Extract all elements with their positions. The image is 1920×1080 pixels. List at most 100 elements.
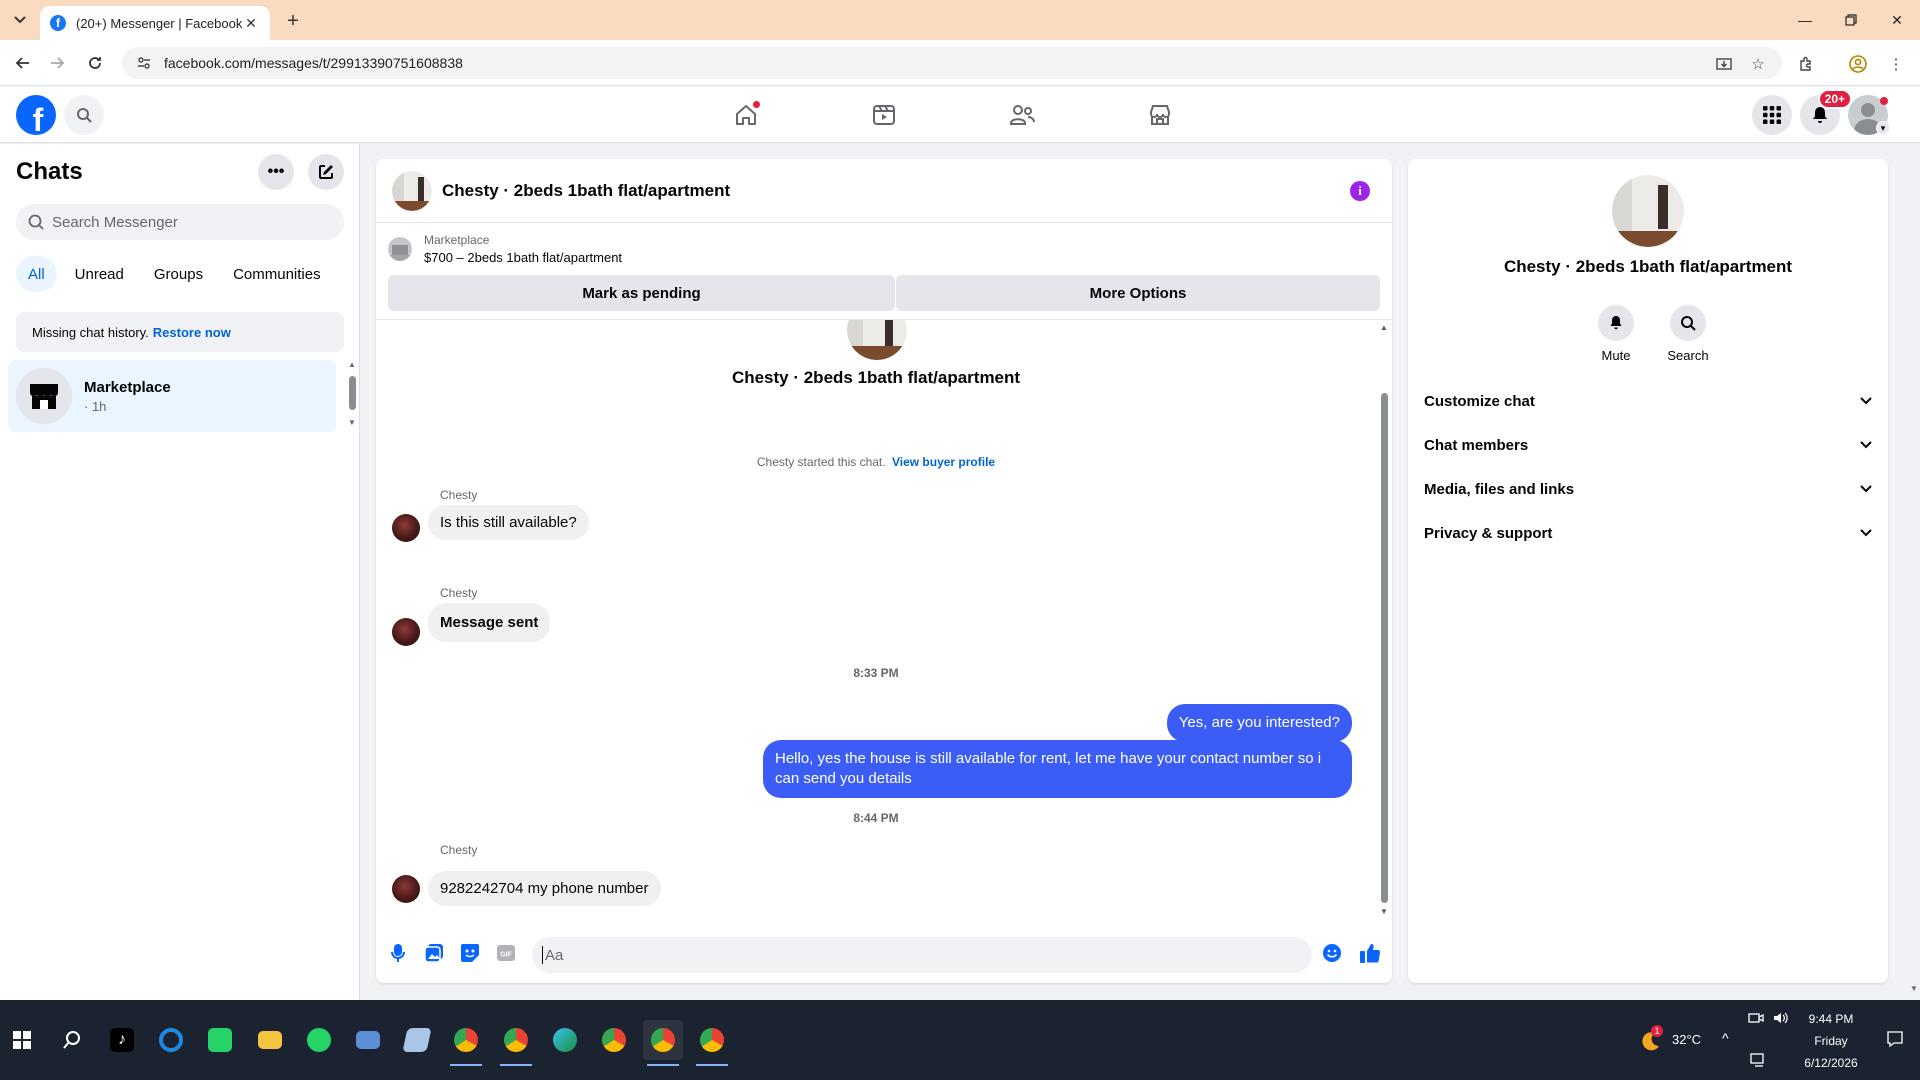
chat-list-scrollbar[interactable]: ▲ ▼ xyxy=(345,360,359,430)
scroll-up-arrow-icon[interactable]: ▲ xyxy=(1380,323,1388,332)
chat-members-section[interactable]: Chat members xyxy=(1424,423,1872,467)
close-window-icon[interactable]: ✕ xyxy=(1874,0,1920,40)
forward-arrow-icon[interactable] xyxy=(46,52,68,74)
profile-icon[interactable] xyxy=(1848,54,1868,74)
action-center-icon[interactable] xyxy=(1886,1030,1906,1050)
media-files-links-section[interactable]: Media, files and links xyxy=(1424,467,1872,511)
windows-start-icon[interactable] xyxy=(2,1020,42,1060)
scroll-down-arrow-icon[interactable]: ▼ xyxy=(348,418,356,427)
omnibox[interactable]: facebook.com/messages/t/2991339075160883… xyxy=(122,47,1782,79)
attach-photo-icon[interactable] xyxy=(422,941,446,965)
back-arrow-icon[interactable] xyxy=(12,52,34,74)
view-buyer-profile-link[interactable]: View buyer profile xyxy=(892,455,995,469)
filter-groups[interactable]: Groups xyxy=(142,256,215,292)
edge-app-icon[interactable] xyxy=(545,1020,585,1060)
conversation-info-icon[interactable]: i xyxy=(1350,181,1370,201)
reload-icon[interactable] xyxy=(84,52,106,74)
scrollbar-thumb[interactable] xyxy=(1381,393,1388,903)
chrome-profile-2-icon[interactable] xyxy=(496,1020,536,1066)
new-tab-plus-icon[interactable]: + xyxy=(282,10,304,32)
messenger-search-field[interactable] xyxy=(16,204,344,240)
meet-now-icon[interactable] xyxy=(1748,1010,1764,1026)
sticker-icon[interactable] xyxy=(458,941,482,965)
scroll-down-arrow-icon[interactable]: ▼ xyxy=(1380,907,1388,916)
chat-options-more-icon[interactable]: ••• xyxy=(258,154,294,190)
extensions-puzzle-icon[interactable] xyxy=(1796,54,1816,74)
filter-communities[interactable]: Communities xyxy=(221,256,333,292)
messenger-search-input[interactable] xyxy=(52,213,332,231)
scroll-up-arrow-icon[interactable]: ▲ xyxy=(348,360,356,369)
message-input[interactable] xyxy=(542,946,1282,964)
file-explorer-icon[interactable] xyxy=(250,1020,290,1060)
conversation-header[interactable]: Chesty · 2beds 1bath flat/apartment xyxy=(376,159,1392,223)
chrome-app-icon[interactable] xyxy=(594,1020,634,1060)
incoming-message[interactable]: Is this still available? xyxy=(428,505,589,540)
facebook-logo-icon[interactable]: f xyxy=(16,95,56,135)
voice-clip-mic-icon[interactable] xyxy=(386,941,410,965)
outgoing-message[interactable]: Hello, yes the house is still available … xyxy=(763,740,1352,798)
customize-chat-section[interactable]: Customize chat xyxy=(1424,379,1872,423)
scrollbar-thumb[interactable] xyxy=(349,376,356,410)
site-settings-icon[interactable] xyxy=(136,55,152,71)
chat-list-item-marketplace[interactable]: Marketplace · 1h xyxy=(8,360,336,432)
bookmark-star-icon[interactable]: ☆ xyxy=(1748,54,1768,74)
message-input-field[interactable] xyxy=(532,937,1312,973)
search-in-chat-action[interactable]: Search xyxy=(1658,305,1718,363)
taskbar-clock[interactable]: 9:44 PM Friday 6/12/2026 xyxy=(1786,1008,1876,1074)
tiktok-app-icon[interactable]: ♪ xyxy=(102,1020,142,1060)
sender-avatar[interactable] xyxy=(392,618,420,646)
conversation-avatar[interactable] xyxy=(392,170,432,211)
mute-bell-icon[interactable] xyxy=(1598,305,1634,341)
page-scrollbar[interactable]: ▼ xyxy=(1907,144,1920,1000)
facebook-search-icon[interactable] xyxy=(64,95,104,135)
restore-now-link[interactable]: Restore now xyxy=(153,325,231,340)
filter-all[interactable]: All xyxy=(16,256,57,292)
minimize-window-icon[interactable]: — xyxy=(1782,0,1828,40)
incoming-message[interactable]: Message sent xyxy=(428,603,551,642)
chat-info-avatar[interactable] xyxy=(1612,175,1684,247)
chrome-profile-3-icon[interactable] xyxy=(692,1020,732,1066)
message-list-scrollbar[interactable]: ▲ ▼ xyxy=(1378,323,1390,918)
home-icon[interactable] xyxy=(726,95,766,135)
taskbar-search-icon[interactable] xyxy=(52,1020,92,1060)
chrome-profile-1-icon[interactable] xyxy=(446,1020,486,1066)
message-list[interactable]: Chesty · 2beds 1bath flat/apartment Ches… xyxy=(376,320,1376,915)
mark-as-pending-button[interactable]: Mark as pending xyxy=(388,275,895,311)
marketplace-icon[interactable] xyxy=(1140,95,1180,135)
marketplace-listing-row[interactable]: Marketplace $700 – 2beds 1bath flat/apar… xyxy=(388,233,622,265)
search-icon[interactable] xyxy=(1670,305,1706,341)
account-chevron-down-icon[interactable]: ▾ xyxy=(1876,121,1890,135)
restore-window-icon[interactable] xyxy=(1828,0,1874,40)
browser-tab-messenger[interactable]: f (20+) Messenger | Facebook ✕ xyxy=(40,6,270,40)
outgoing-message[interactable]: Yes, are you interested? xyxy=(1166,704,1352,742)
tab-search-chevron-icon[interactable] xyxy=(8,9,32,31)
install-app-icon[interactable] xyxy=(1714,54,1734,74)
emoji-icon[interactable] xyxy=(1320,941,1344,965)
filter-unread[interactable]: Unread xyxy=(63,256,136,292)
video-icon[interactable] xyxy=(864,95,904,135)
edge-legacy-app-icon[interactable] xyxy=(151,1020,191,1060)
incoming-message[interactable]: 9282242704 my phone number xyxy=(428,871,661,906)
notes-app-icon[interactable] xyxy=(397,1020,437,1060)
browser-menu-icon[interactable]: ⋮ xyxy=(1886,54,1906,74)
whatsapp-app-icon[interactable] xyxy=(299,1020,339,1060)
more-options-button[interactable]: More Options xyxy=(896,275,1380,311)
network-icon[interactable] xyxy=(1750,1052,1768,1068)
menu-grid-icon[interactable] xyxy=(1752,95,1792,135)
privacy-support-section[interactable]: Privacy & support xyxy=(1424,511,1872,555)
new-message-compose-icon[interactable] xyxy=(308,154,344,190)
weather-temperature[interactable]: 32°C xyxy=(1672,1032,1701,1047)
sender-avatar[interactable] xyxy=(392,514,420,542)
sender-avatar[interactable] xyxy=(392,875,420,903)
close-tab-icon[interactable]: ✕ xyxy=(242,14,260,32)
mute-action[interactable]: Mute xyxy=(1586,305,1646,363)
chrome-active-window-icon[interactable] xyxy=(643,1020,683,1066)
friends-icon[interactable] xyxy=(1002,95,1042,135)
tray-overflow-chevron-icon[interactable]: ^ xyxy=(1722,1030,1729,1046)
thumbs-up-like-icon[interactable] xyxy=(1358,941,1382,965)
scroll-down-arrow-icon[interactable]: ▼ xyxy=(1910,984,1918,993)
gif-icon[interactable]: GIF xyxy=(494,941,518,965)
remote-desktop-app-icon[interactable] xyxy=(348,1020,388,1060)
whatsapp-business-app-icon[interactable] xyxy=(200,1020,240,1060)
notifications-bell-icon[interactable]: 20+ xyxy=(1800,89,1852,135)
